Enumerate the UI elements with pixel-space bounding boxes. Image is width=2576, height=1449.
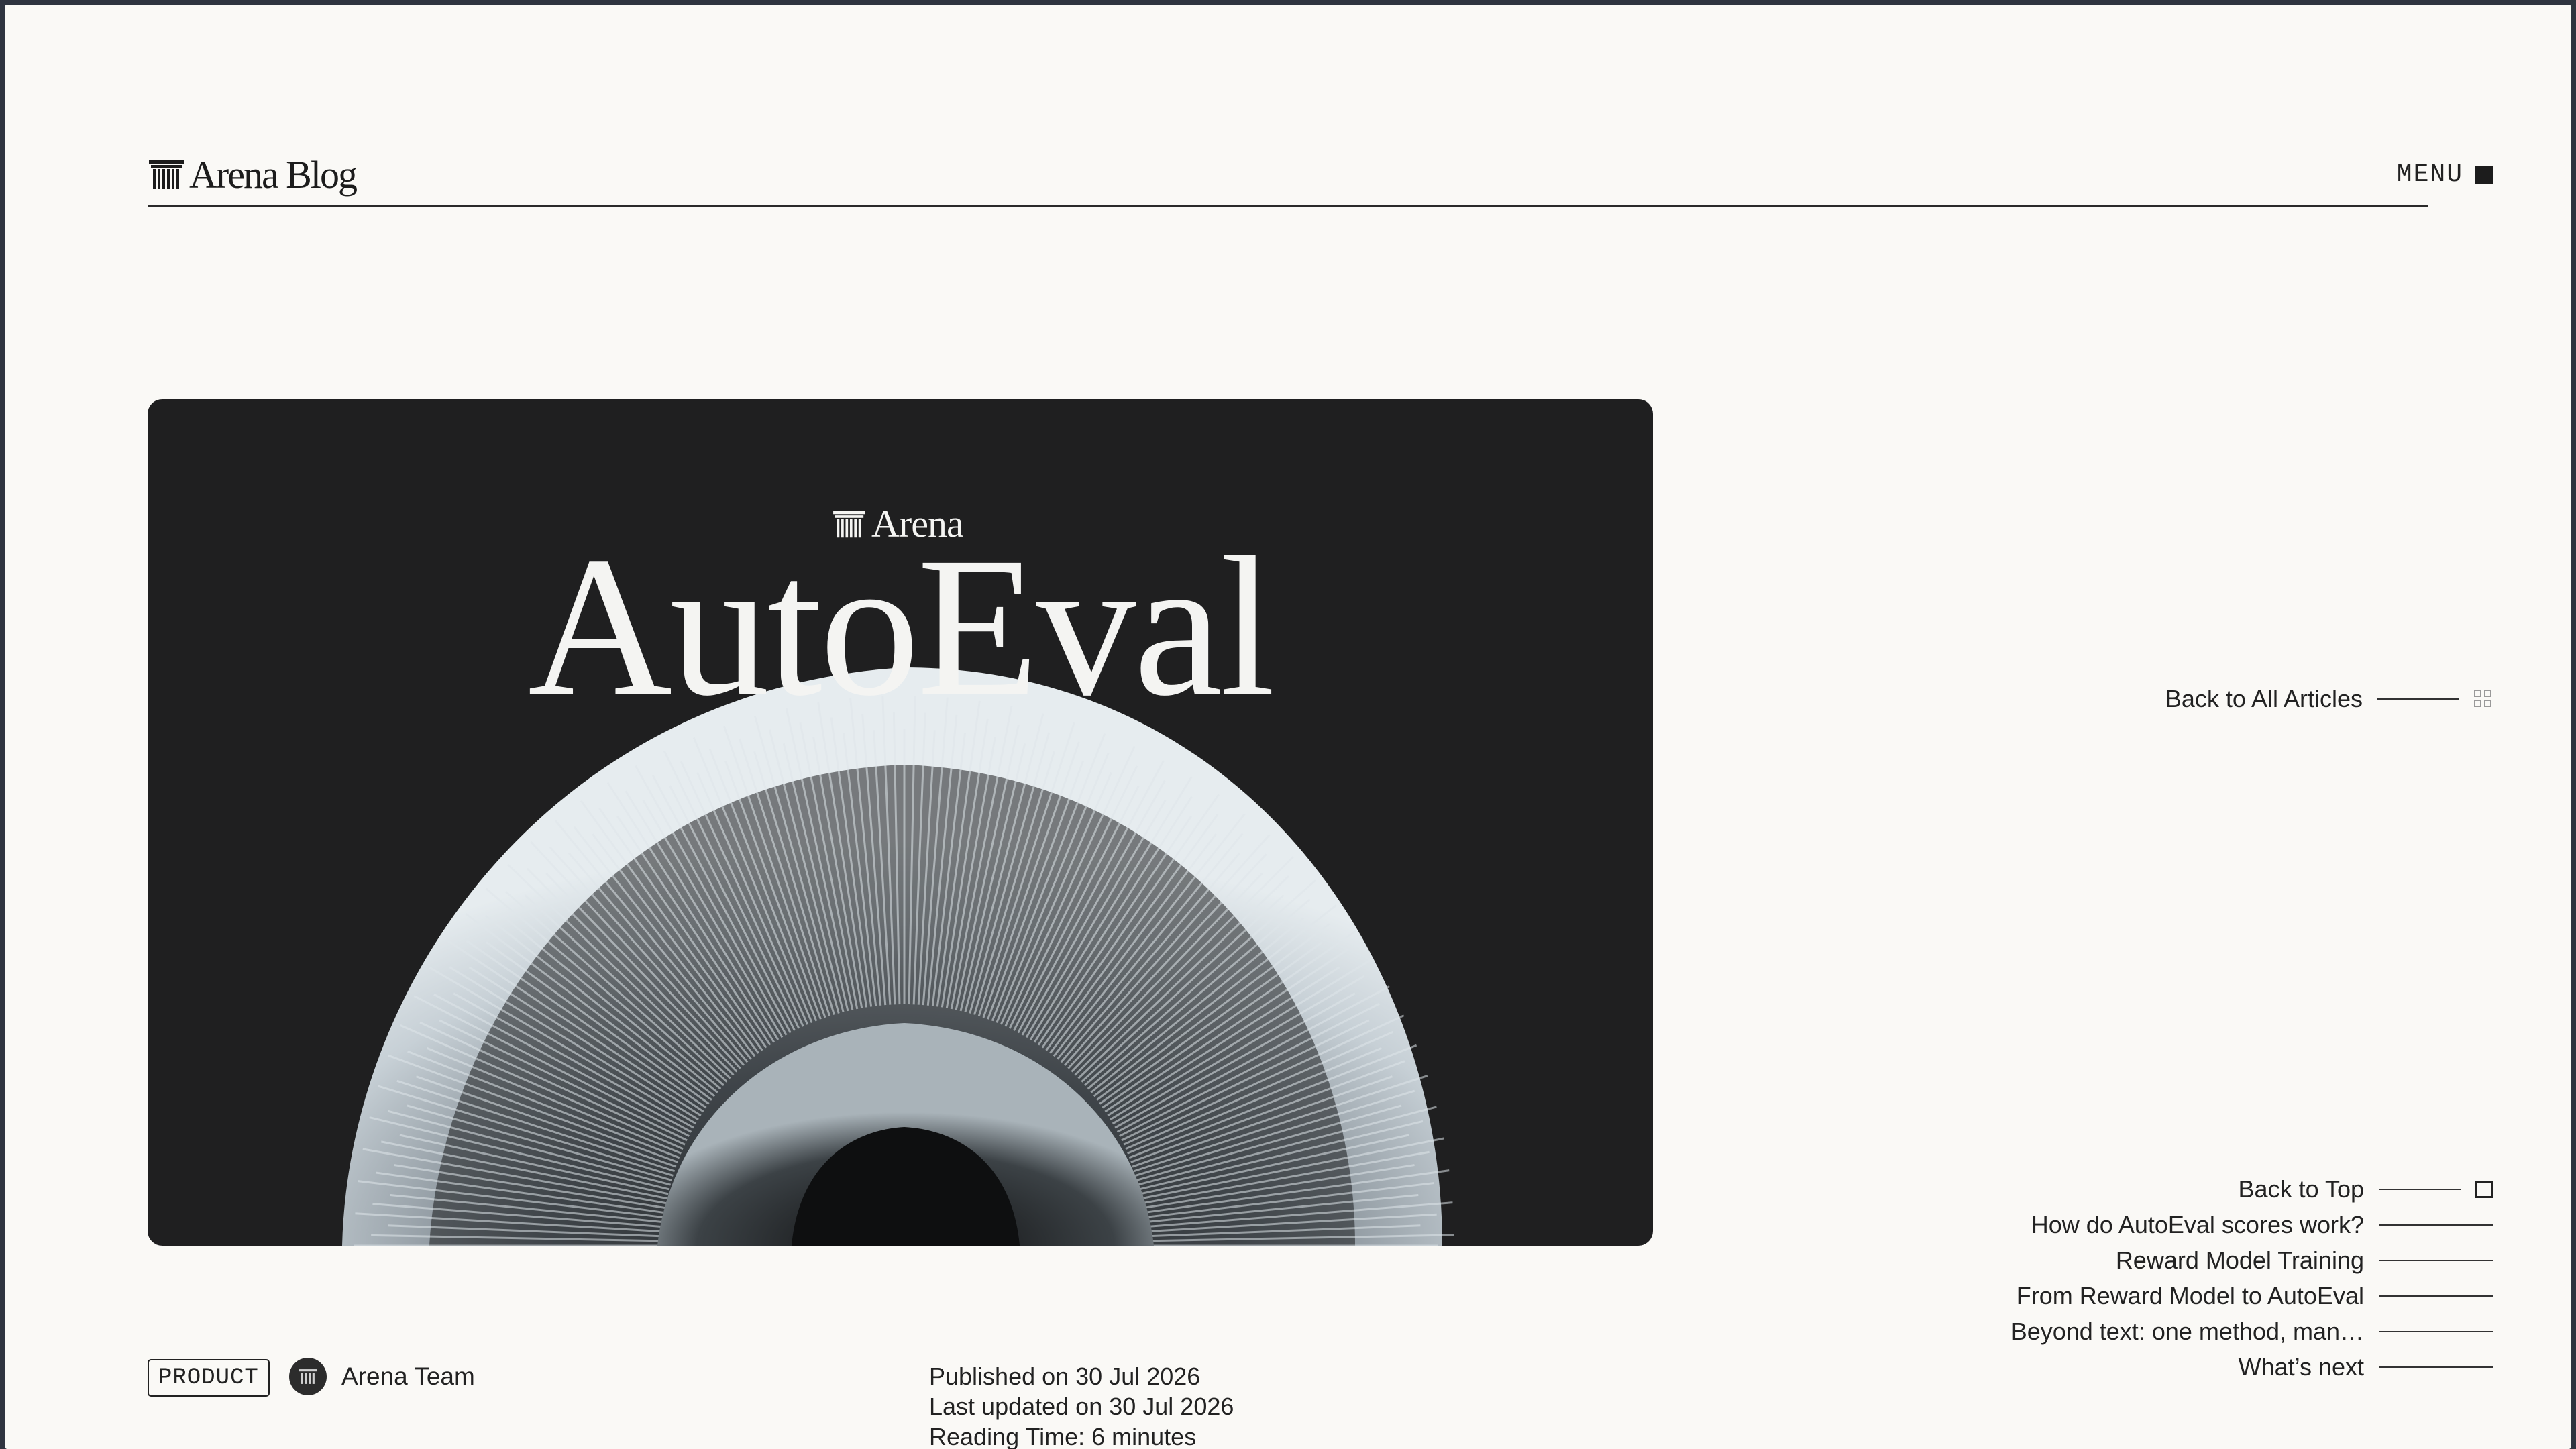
divider-line (2379, 1189, 2461, 1190)
header-divider (148, 205, 2428, 207)
updated-date: Last updated on 30 Jul 2026 (929, 1393, 1234, 1420)
avatar (289, 1358, 327, 1395)
author[interactable]: Arena Team (289, 1358, 475, 1395)
divider-line (2379, 1260, 2493, 1261)
table-of-contents: Back to Top How do AutoEval scores work?… (2010, 1175, 2493, 1381)
published-date: Published on 30 Jul 2026 (929, 1362, 1201, 1390)
toc-item[interactable]: From Reward Model to AutoEval (2016, 1282, 2493, 1309)
post-dates: Published on 30 Jul 2026 Last updated on… (929, 1361, 1234, 1449)
hero-title: AutoEval (527, 516, 1275, 737)
divider-line (2377, 698, 2459, 700)
toc-item-label: Reward Model Training (2115, 1246, 2364, 1274)
back-to-articles-link[interactable]: Back to All Articles (2165, 685, 2493, 713)
back-to-top-label: Back to Top (2238, 1175, 2364, 1203)
menu-square-icon (2475, 166, 2493, 184)
toc-item-label: How do AutoEval scores work? (2031, 1211, 2364, 1238)
square-outline-icon (2475, 1181, 2493, 1198)
toc-item-label: Beyond text: one method, man… (2010, 1318, 2364, 1345)
menu-label: MENU (2396, 160, 2463, 189)
menu-button[interactable]: MENU (2397, 160, 2493, 189)
divider-line (2379, 1224, 2493, 1226)
toc-item[interactable]: Reward Model Training (2115, 1246, 2493, 1274)
page: Arena Blog MENU Arena AutoEval Back to A… (5, 5, 2571, 1449)
column-logo-icon (299, 1369, 317, 1384)
reading-time: Reading Time: 6 minutes (929, 1423, 1197, 1449)
category-tag[interactable]: PRODUCT (148, 1359, 270, 1397)
toc-item[interactable]: What’s next (2238, 1353, 2493, 1381)
divider-line (2379, 1295, 2493, 1297)
back-to-articles-label: Back to All Articles (2165, 685, 2363, 712)
back-to-top-link[interactable]: Back to Top (2238, 1175, 2493, 1203)
author-name: Arena Team (341, 1362, 475, 1390)
toc-item[interactable]: How do AutoEval scores work? (2031, 1211, 2493, 1238)
column-logo-icon (149, 160, 184, 189)
toc-item[interactable]: Beyond text: one method, man… (2010, 1318, 2493, 1345)
grid-icon (2474, 690, 2493, 708)
toc-item-label: From Reward Model to AutoEval (2016, 1282, 2364, 1309)
blog-logo[interactable]: Arena Blog (148, 151, 358, 198)
toc-item-label: What’s next (2238, 1353, 2364, 1381)
divider-line (2379, 1366, 2493, 1368)
hero-image: Arena AutoEval (148, 399, 1653, 1246)
divider-line (2379, 1331, 2493, 1332)
blog-logo-text: Arena Blog (189, 152, 358, 197)
